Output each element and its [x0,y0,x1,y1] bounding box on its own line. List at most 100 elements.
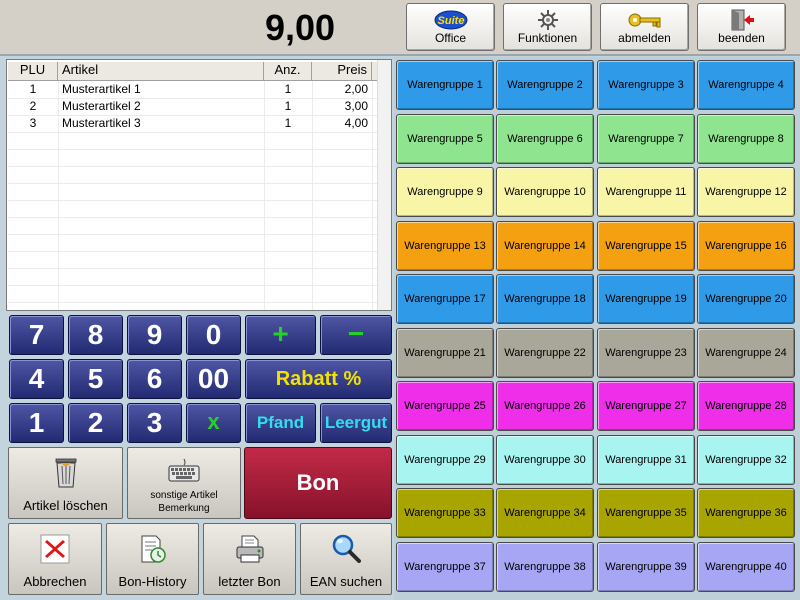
warengruppe-18-button[interactable]: Warengruppe 18 [496,274,594,324]
article-list[interactable]: PLU Artikel Anz. Preis 1 Musterartikel 1… [6,59,392,311]
key-6[interactable]: 6 [127,359,182,399]
warengruppe-40-button[interactable]: Warengruppe 40 [697,542,795,592]
list-scrollbar[interactable] [377,60,391,310]
warengruppe-29-button[interactable]: Warengruppe 29 [396,435,494,485]
warengruppe-39-button[interactable]: Warengruppe 39 [597,542,695,592]
warengruppe-25-button[interactable]: Warengruppe 25 [396,381,494,431]
warengruppe-21-button[interactable]: Warengruppe 21 [396,328,494,378]
key-icon [601,8,688,32]
warengruppe-30-button[interactable]: Warengruppe 30 [496,435,594,485]
key-1[interactable]: 1 [9,403,64,443]
plus-label: + [272,318,289,349]
plus-button[interactable]: + [245,315,316,355]
bon-history-button[interactable]: Bon-History [106,523,199,595]
empty-row [8,269,380,286]
magnifier-icon [301,532,391,564]
suite-logo-icon: Suite [407,8,494,32]
warengruppe-12-button[interactable]: Warengruppe 12 [697,167,795,217]
leergut-button[interactable]: Leergut [320,403,392,443]
warengruppe-20-button[interactable]: Warengruppe 20 [697,274,795,324]
warengruppe-32-button[interactable]: Warengruppe 32 [697,435,795,485]
warengruppe-8-button[interactable]: Warengruppe 8 [697,114,795,164]
warengruppe-34-button[interactable]: Warengruppe 34 [496,488,594,538]
warengruppe-17-button[interactable]: Warengruppe 17 [396,274,494,324]
minus-button[interactable]: − [320,315,392,355]
warengruppe-15-button[interactable]: Warengruppe 15 [597,221,695,271]
warengruppe-26-button[interactable]: Warengruppe 26 [496,381,594,431]
warengruppe-3-button[interactable]: Warengruppe 3 [597,60,695,110]
cell-preis: 3,00 [344,99,368,113]
warengruppe-9-button[interactable]: Warengruppe 9 [396,167,494,217]
warengruppe-1-button[interactable]: Warengruppe 1 [396,60,494,110]
table-row[interactable]: 1 Musterartikel 1 1 2,00 [8,82,380,99]
warengruppe-19-button[interactable]: Warengruppe 19 [597,274,695,324]
warengruppe-11-button[interactable]: Warengruppe 11 [597,167,695,217]
key-label: 9 [146,319,163,350]
warengruppe-13-button[interactable]: Warengruppe 13 [396,221,494,271]
warengruppe-5-button[interactable]: Warengruppe 5 [396,114,494,164]
article-list-header: PLU Artikel Anz. Preis [8,62,380,81]
sonstige-artikel-button[interactable]: sonstige Artikel Bemerkung [127,447,241,519]
abbrechen-button[interactable]: Abbrechen [8,523,102,595]
warengruppe-33-button[interactable]: Warengruppe 33 [396,488,494,538]
warengruppe-38-button[interactable]: Warengruppe 38 [496,542,594,592]
office-button[interactable]: Suite Office [406,3,495,51]
artikel-loeschen-label: Artikel löschen [23,498,108,513]
pfand-label: Pfand [256,413,305,432]
key-8[interactable]: 8 [68,315,123,355]
column-header-preis[interactable]: Preis [312,62,372,81]
abmelden-button[interactable]: abmelden [600,3,689,51]
warengruppe-24-button[interactable]: Warengruppe 24 [697,328,795,378]
key-0[interactable]: 0 [186,315,241,355]
key-4[interactable]: 4 [9,359,64,399]
receipt-history-icon [107,534,198,564]
leergut-label: Leergut [324,413,388,432]
warengruppen-panel: Warengruppe 1 Warengruppe 2 Warengruppe 3W… [394,57,800,600]
letzter-bon-button[interactable]: letzter Bon [203,523,296,595]
ean-suchen-label: EAN suchen [309,574,383,589]
ean-suchen-button[interactable]: EAN suchen [300,523,392,595]
empty-row [8,218,380,235]
funktionen-button[interactable]: Funktionen [503,3,592,51]
cell-anz: 1 [284,116,292,130]
multiply-button[interactable]: x [186,403,241,443]
top-bar: 9,00 Suite Office Funktionen abmelden be… [0,0,800,56]
warengruppe-22-button[interactable]: Warengruppe 22 [496,328,594,378]
key-5[interactable]: 5 [68,359,123,399]
artikel-loeschen-button[interactable]: Artikel löschen [8,447,123,519]
warengruppe-27-button[interactable]: Warengruppe 27 [597,381,695,431]
beenden-button[interactable]: beenden [697,3,786,51]
column-header-anz[interactable]: Anz. [264,62,312,81]
warengruppe-16-button[interactable]: Warengruppe 16 [697,221,795,271]
warengruppe-2-button[interactable]: Warengruppe 2 [496,60,594,110]
warengruppe-6-button[interactable]: Warengruppe 6 [496,114,594,164]
warengruppe-36-button[interactable]: Warengruppe 36 [697,488,795,538]
key-00[interactable]: 00 [186,359,241,399]
warengruppe-7-button[interactable]: Warengruppe 7 [597,114,695,164]
key-7[interactable]: 7 [9,315,64,355]
column-header-artikel[interactable]: Artikel [58,62,264,81]
warengruppe-23-button[interactable]: Warengruppe 23 [597,328,695,378]
key-9[interactable]: 9 [127,315,182,355]
key-3[interactable]: 3 [127,403,182,443]
empty-row [8,252,380,269]
table-row[interactable]: 3 Musterartikel 3 1 4,00 [8,116,380,133]
key-label: 1 [28,407,45,438]
column-header-plu[interactable]: PLU [8,62,58,81]
rabatt-button[interactable]: Rabatt % [245,359,392,399]
warengruppe-35-button[interactable]: Warengruppe 35 [597,488,695,538]
empty-row [8,201,380,218]
warengruppe-31-button[interactable]: Warengruppe 31 [597,435,695,485]
cell-plu: 3 [29,116,37,130]
table-row[interactable]: 2 Musterartikel 2 1 3,00 [8,99,380,116]
key-2[interactable]: 2 [68,403,123,443]
warengruppe-4-button[interactable]: Warengruppe 4 [697,60,795,110]
warengruppe-37-button[interactable]: Warengruppe 37 [396,542,494,592]
warengruppe-14-button[interactable]: Warengruppe 14 [496,221,594,271]
warengruppe-10-button[interactable]: Warengruppe 10 [496,167,594,217]
warengruppe-28-button[interactable]: Warengruppe 28 [697,381,795,431]
bon-button[interactable]: Bon [244,447,392,519]
cancel-x-icon [9,534,101,564]
empty-row [8,184,380,201]
pfand-button[interactable]: Pfand [245,403,316,443]
